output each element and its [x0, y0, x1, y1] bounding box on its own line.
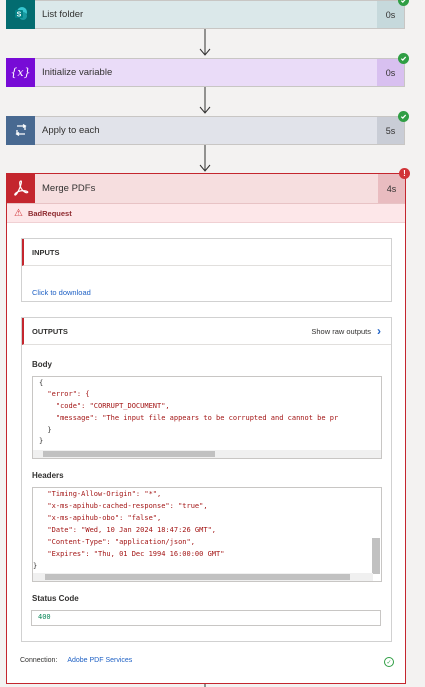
headers-label: Headers	[32, 471, 64, 480]
code-line: "Timing-Allow-Origin": "*",	[39, 490, 162, 498]
connection-ok-icon: ✓	[384, 657, 394, 667]
code-line: "x-ms-apihub-obo": "false",	[39, 514, 162, 522]
body-label: Body	[32, 360, 52, 369]
outputs-title: OUTPUTS	[32, 326, 68, 336]
sharepoint-icon: S	[6, 0, 35, 29]
step-initialize-variable[interactable]: {x} Initialize variable 0s	[6, 53, 409, 87]
error-banner: ⚠ BadRequest	[7, 204, 405, 223]
body-code-box[interactable]: { "error": { "code": "CORRUPT_DOCUMENT",…	[32, 376, 382, 459]
success-check-icon	[398, 0, 409, 6]
warning-icon: ⚠	[14, 207, 23, 219]
code-line: "Expires": "Thu, 01 Dec 1994 16:00:00 GM…	[39, 550, 225, 558]
error-text: BadRequest	[27, 208, 72, 218]
connection-link[interactable]: Adobe PDF Services	[67, 657, 132, 664]
vertical-scrollbar[interactable]	[372, 538, 380, 574]
step-list-folder[interactable]: S List folder 0s	[6, 0, 409, 29]
outputs-header: OUTPUTS Show raw outputs ›	[22, 318, 391, 345]
arrow-down-icon	[199, 145, 211, 172]
adobe-acrobat-icon	[6, 173, 35, 203]
status-code-value: 400	[31, 610, 381, 626]
horizontal-scrollbar[interactable]	[33, 573, 373, 581]
success-check-icon	[398, 53, 409, 64]
horizontal-scrollbar[interactable]	[33, 450, 381, 458]
loop-icon	[6, 115, 35, 145]
variable-icon: {x}	[6, 57, 35, 87]
code-line: "code": "CORRUPT_DOCUMENT",	[39, 402, 170, 410]
connection-label: Connection:	[20, 657, 58, 664]
step-title: Merge PDFs	[42, 183, 96, 194]
code-line: "x-ms-apihub-cached-response": "true",	[39, 502, 208, 510]
show-raw-outputs-label: Show raw outputs	[311, 326, 371, 336]
scrollbar-thumb[interactable]	[43, 451, 215, 457]
show-raw-outputs-button[interactable]: Show raw outputs ›	[311, 324, 381, 338]
code-line: "error": {	[39, 390, 90, 398]
step-apply-to-each[interactable]: Apply to each 5s	[6, 111, 409, 145]
step-title: Initialize variable	[42, 67, 113, 78]
step-title: List folder	[42, 9, 84, 20]
code-line: "Content-Type": "application/json",	[39, 538, 195, 546]
step-title: Apply to each	[42, 125, 100, 136]
headers-code-box[interactable]: "Timing-Allow-Origin": "*", "x-ms-apihub…	[32, 487, 382, 582]
scrollbar-thumb[interactable]	[45, 574, 350, 580]
outputs-section: OUTPUTS Show raw outputs › Body { "error…	[21, 317, 392, 642]
svg-text:S: S	[16, 12, 21, 19]
status-code-label: Status Code	[32, 594, 79, 603]
code-line: "message": "The input file appears to be…	[39, 414, 339, 422]
merge-pdfs-header[interactable]: Merge PDFs 4s	[6, 173, 405, 204]
connection-row: Connection: Adobe PDF Services	[20, 657, 132, 664]
arrow-down-icon	[199, 29, 211, 56]
code-line: "Date": "Wed, 10 Jan 2024 18:47:26 GMT",	[39, 526, 217, 534]
code-line: }	[33, 562, 38, 570]
code-line: }	[39, 437, 44, 445]
inputs-section: INPUTS Click to download	[21, 238, 392, 302]
inputs-header: INPUTS	[22, 239, 391, 266]
chevron-right-icon: ›	[377, 324, 381, 338]
inputs-title: INPUTS	[32, 247, 60, 257]
step-merge-pdfs: Merge PDFs 4s ! ⚠ BadRequest INPUTS Clic…	[6, 168, 410, 684]
success-check-icon	[398, 111, 409, 122]
code-line: {	[39, 379, 44, 387]
arrow-down-icon	[199, 87, 211, 114]
error-badge-icon: !	[399, 168, 410, 179]
code-line: }	[39, 426, 52, 434]
download-link[interactable]: Click to download	[32, 288, 91, 297]
